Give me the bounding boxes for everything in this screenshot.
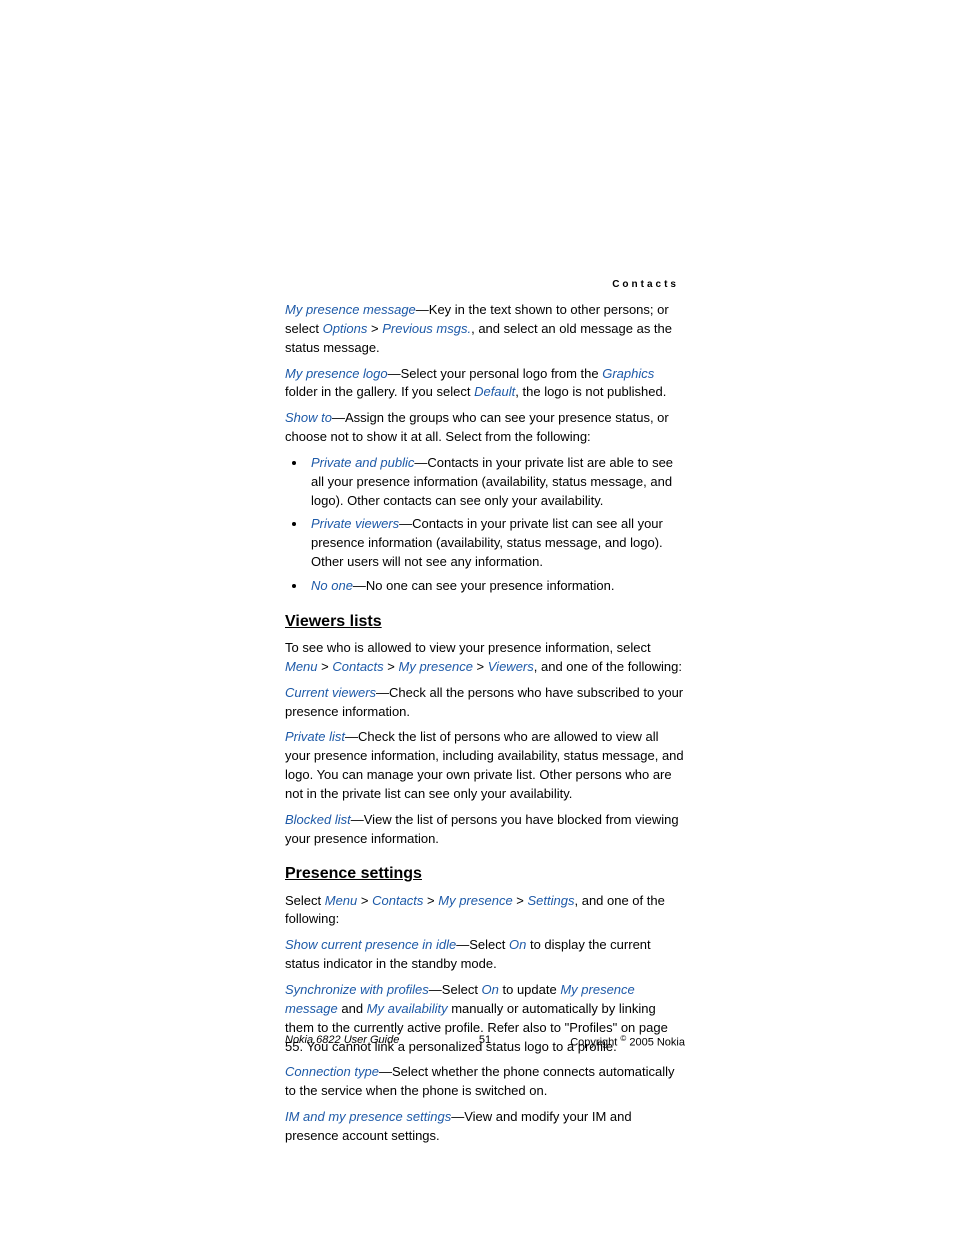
- link-my-presence[interactable]: My presence: [438, 893, 512, 908]
- text: To see who is allowed to view your prese…: [285, 640, 651, 655]
- text: —Select: [456, 937, 509, 952]
- paragraph-private-list: Private list—Check the list of persons w…: [285, 728, 685, 803]
- document-page: Contacts My presence message—Key in the …: [0, 0, 954, 1235]
- list-item: No one—No one can see your presence info…: [307, 577, 685, 596]
- link-blocked-list[interactable]: Blocked list: [285, 812, 351, 827]
- text: 2005 Nokia: [626, 1037, 685, 1049]
- text: >: [513, 893, 528, 908]
- text: >: [423, 893, 438, 908]
- paragraph-show-current-presence: Show current presence in idle—Select On …: [285, 936, 685, 974]
- link-options[interactable]: Options: [323, 321, 368, 336]
- link-default[interactable]: Default: [474, 384, 515, 399]
- link-on[interactable]: On: [509, 937, 526, 952]
- link-connection-type[interactable]: Connection type: [285, 1064, 379, 1079]
- text: —Check the list of persons who are allow…: [285, 729, 684, 801]
- link-on[interactable]: On: [482, 982, 499, 997]
- link-my-presence-logo[interactable]: My presence logo: [285, 366, 388, 381]
- text: —Assign the groups who can see your pres…: [285, 410, 669, 444]
- link-current-viewers[interactable]: Current viewers: [285, 685, 376, 700]
- text: to update: [499, 982, 560, 997]
- text: >: [357, 893, 372, 908]
- text: and: [338, 1001, 367, 1016]
- link-menu[interactable]: Menu: [325, 893, 358, 908]
- page-content: My presence message—Key in the text show…: [285, 279, 685, 1153]
- link-contacts[interactable]: Contacts: [332, 659, 383, 674]
- text: , and one of the following:: [534, 659, 682, 674]
- heading-viewers-lists: Viewers lists: [285, 610, 685, 633]
- link-synchronize-with-profiles[interactable]: Synchronize with profiles: [285, 982, 429, 997]
- text: —Select: [429, 982, 482, 997]
- link-my-presence[interactable]: My presence: [399, 659, 473, 674]
- text: —Select your personal logo from the: [388, 366, 603, 381]
- link-settings[interactable]: Settings: [528, 893, 575, 908]
- text: >: [367, 321, 382, 336]
- paragraph-im-and-presence-settings: IM and my presence settings—View and mod…: [285, 1108, 685, 1146]
- text: >: [318, 659, 333, 674]
- text: >: [384, 659, 399, 674]
- show-to-options-list: Private and public—Contacts in your priv…: [285, 454, 685, 596]
- link-previous-msgs[interactable]: Previous msgs.: [382, 321, 471, 336]
- paragraph-connection-type: Connection type—Select whether the phone…: [285, 1063, 685, 1101]
- heading-presence-settings: Presence settings: [285, 862, 685, 885]
- link-viewers[interactable]: Viewers: [488, 659, 534, 674]
- link-menu[interactable]: Menu: [285, 659, 318, 674]
- link-no-one[interactable]: No one: [311, 578, 353, 593]
- link-my-presence-message[interactable]: My presence message: [285, 302, 416, 317]
- link-private-viewers[interactable]: Private viewers: [311, 516, 399, 531]
- link-im-and-my-presence-settings[interactable]: IM and my presence settings: [285, 1109, 451, 1124]
- footer-copyright: Copyright © 2005 Nokia: [570, 1033, 685, 1052]
- link-private-list[interactable]: Private list: [285, 729, 345, 744]
- link-private-and-public[interactable]: Private and public: [311, 455, 414, 470]
- text: folder in the gallery. If you select: [285, 384, 474, 399]
- link-graphics[interactable]: Graphics: [602, 366, 654, 381]
- link-contacts[interactable]: Contacts: [372, 893, 423, 908]
- paragraph-presence-settings-intro: Select Menu > Contacts > My presence > S…: [285, 892, 685, 930]
- link-my-availability[interactable]: My availability: [367, 1001, 448, 1016]
- paragraph-my-presence-message: My presence message—Key in the text show…: [285, 301, 685, 358]
- paragraph-viewers-intro: To see who is allowed to view your prese…: [285, 639, 685, 677]
- text: Copyright: [570, 1037, 620, 1049]
- paragraph-show-to: Show to—Assign the groups who can see yo…: [285, 409, 685, 447]
- paragraph-current-viewers: Current viewers—Check all the persons wh…: [285, 684, 685, 722]
- link-show-to[interactable]: Show to: [285, 410, 332, 425]
- paragraph-my-presence-logo: My presence logo—Select your personal lo…: [285, 365, 685, 403]
- list-item: Private viewers—Contacts in your private…: [307, 515, 685, 572]
- text: —No one can see your presence informatio…: [353, 578, 615, 593]
- text: Select: [285, 893, 325, 908]
- link-show-current-presence-in-idle[interactable]: Show current presence in idle: [285, 937, 456, 952]
- text: >: [473, 659, 488, 674]
- text: , the logo is not published.: [515, 384, 666, 399]
- paragraph-blocked-list: Blocked list—View the list of persons yo…: [285, 811, 685, 849]
- list-item: Private and public—Contacts in your priv…: [307, 454, 685, 511]
